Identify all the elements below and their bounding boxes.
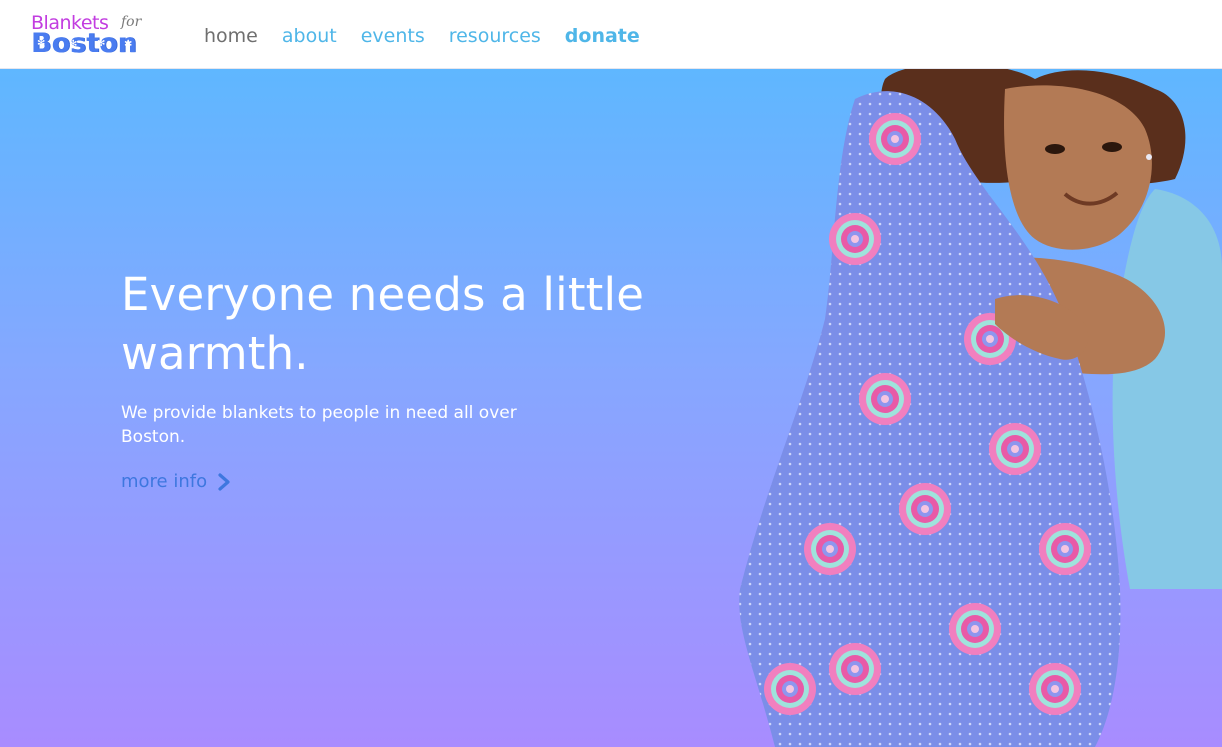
site-logo[interactable]: Blankets for Boston ✻ ✻ ✻ ✻ xyxy=(31,13,161,59)
nav-resources[interactable]: resources xyxy=(449,23,541,49)
hero-headline: Everyone needs a little warmth. xyxy=(121,268,645,380)
snowflake-icon: ✻ xyxy=(37,38,46,49)
more-info-link[interactable]: more info xyxy=(121,469,231,495)
top-navigation-bar: Blankets for Boston ✻ ✻ ✻ ✻ home about e… xyxy=(0,0,1222,69)
nav-events[interactable]: events xyxy=(361,23,425,49)
snowflake-icon: ✻ xyxy=(124,39,133,50)
hero-section: Everyone needs a little warmth. We provi… xyxy=(0,69,1222,747)
logo-text-boston: Boston xyxy=(31,28,137,59)
main-nav: home about events resources donate xyxy=(204,23,640,49)
hero-subtext: We provide blankets to people in need al… xyxy=(121,403,517,447)
snowflake-icon: ✻ xyxy=(69,39,78,50)
chevron-right-icon xyxy=(218,473,230,491)
child-hugging-blanket-photo xyxy=(739,69,1222,747)
nav-donate[interactable]: donate xyxy=(565,23,640,49)
more-info-label: more info xyxy=(121,471,208,492)
nav-about[interactable]: about xyxy=(282,23,337,49)
snowflake-icon: ✻ xyxy=(97,38,106,49)
nav-home[interactable]: home xyxy=(204,23,258,49)
